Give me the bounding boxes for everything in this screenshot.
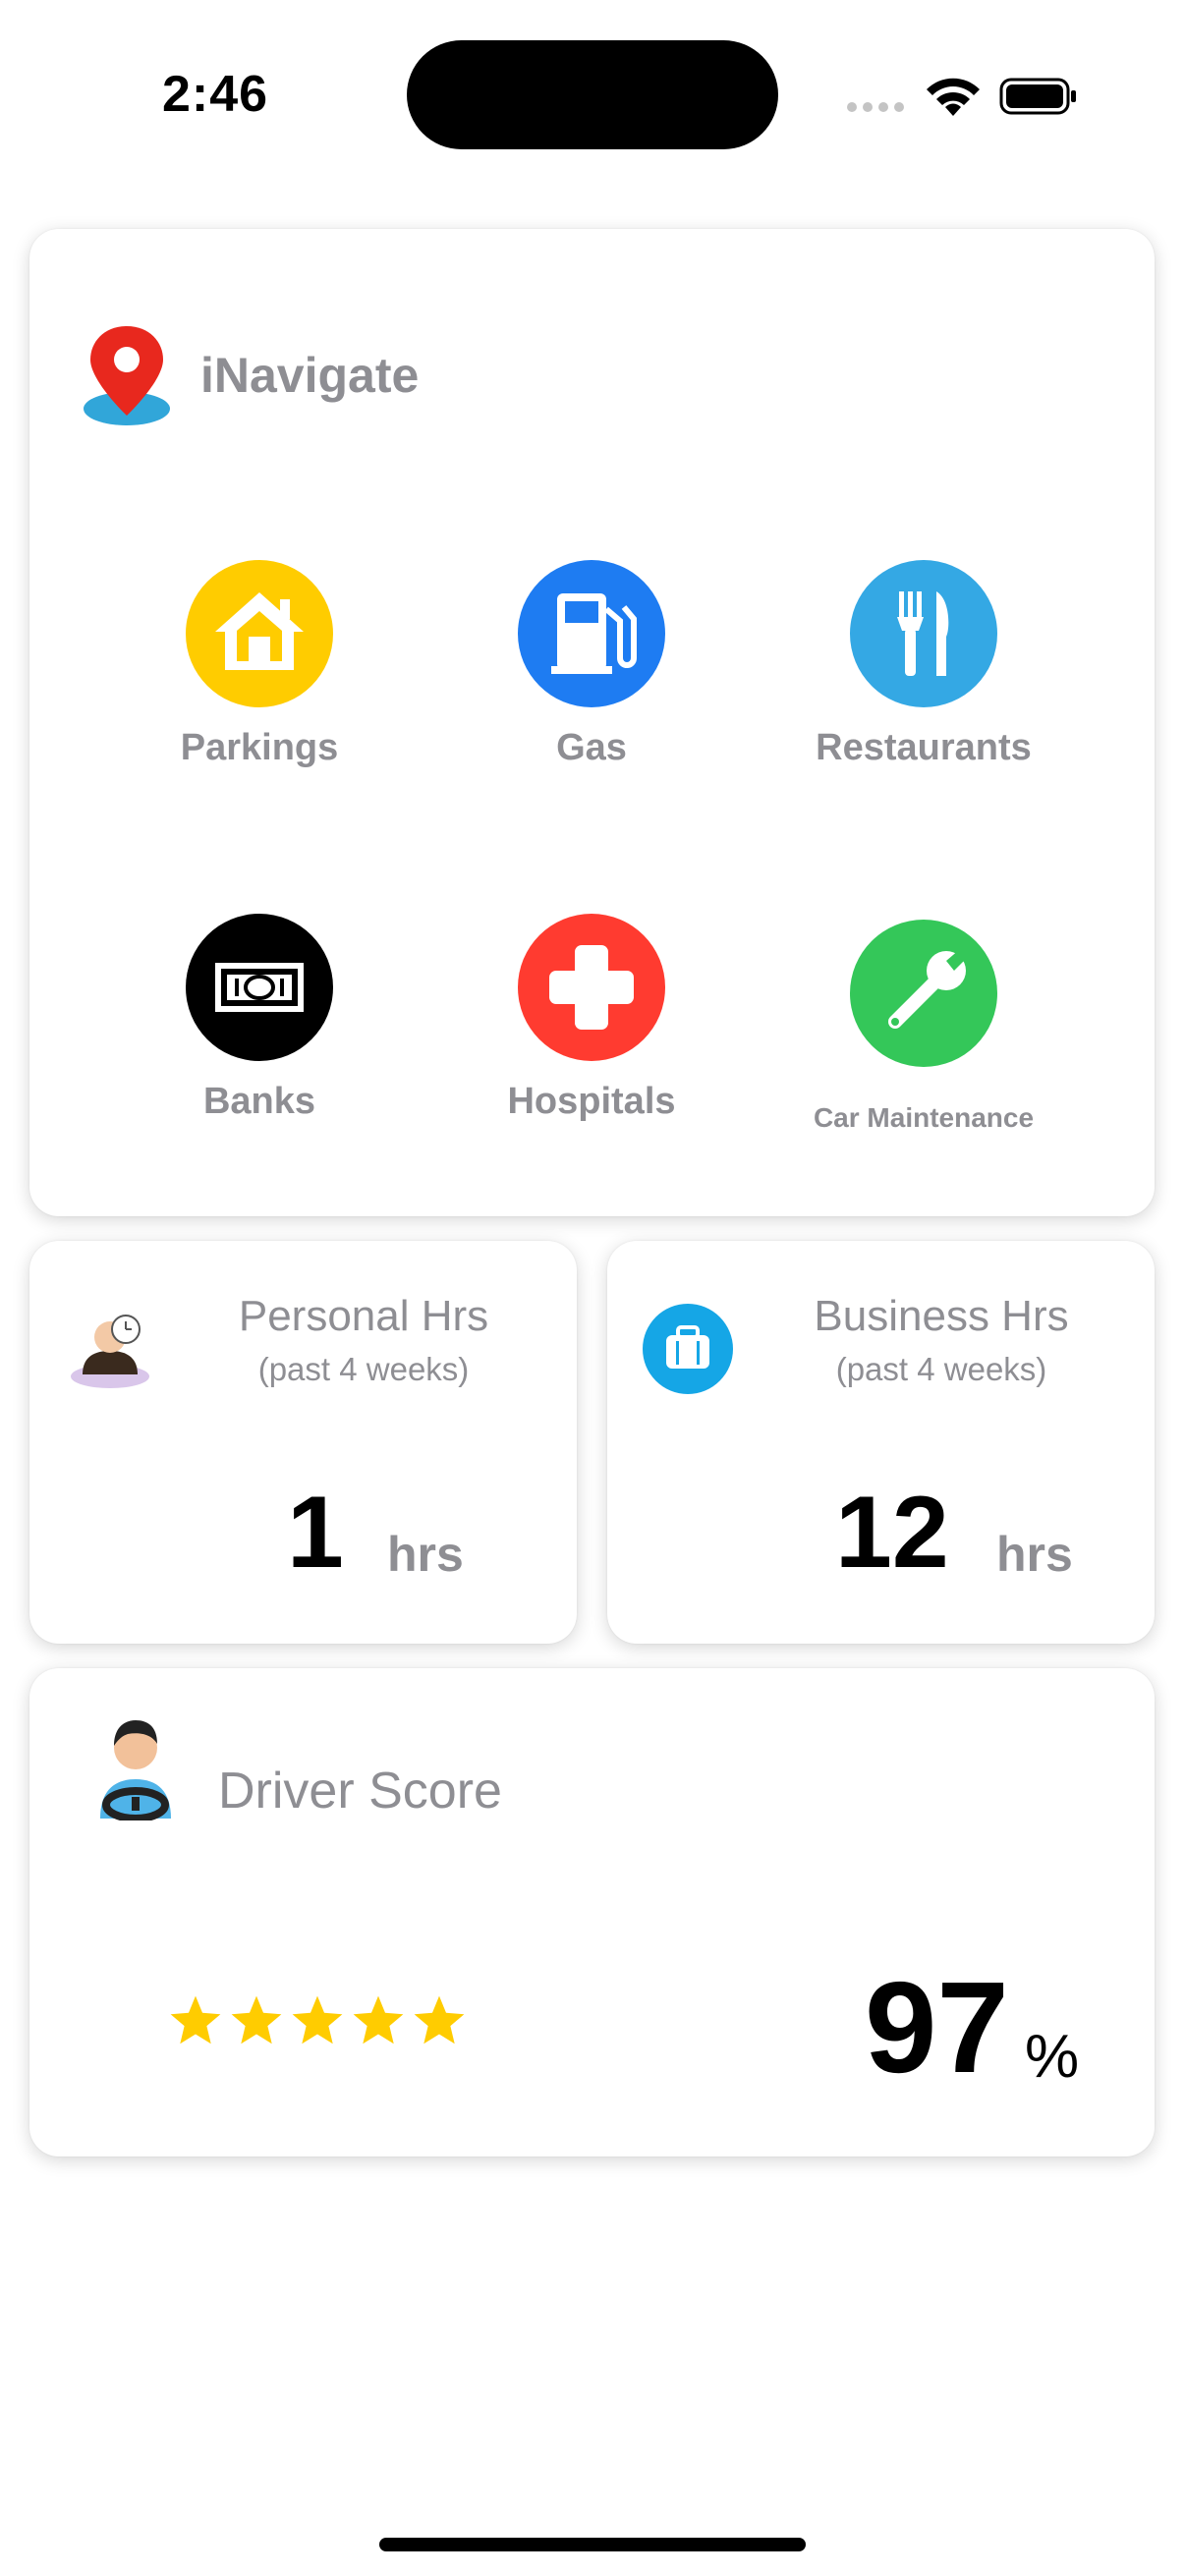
star-icon <box>353 1995 404 2044</box>
battery-icon <box>999 78 1076 115</box>
star-icon <box>231 1995 282 2044</box>
business-hours-subtitle: (past 4 weeks) <box>835 1351 1047 1387</box>
business-hours-value: 12 <box>835 1476 949 1590</box>
category-label: Banks <box>202 1081 316 1122</box>
category-parkings[interactable]: Parkings <box>112 560 407 769</box>
app-title: iNavigate <box>200 348 420 403</box>
business-hours-unit: hrs <box>996 1527 1073 1582</box>
gas-pump-icon <box>518 560 665 707</box>
category-label: Gas <box>556 727 627 768</box>
briefcase-icon <box>643 1304 733 1394</box>
map-pin-icon <box>84 326 170 425</box>
driver-score-title: Driver Score <box>218 1763 502 1820</box>
home-indicator[interactable] <box>379 2538 806 2551</box>
driver-icon <box>100 1720 171 1820</box>
star-icon <box>292 1995 343 2044</box>
driver-score-card[interactable]: Driver Score 97 % <box>29 1668 1155 2156</box>
person-clock-icon <box>71 1315 149 1388</box>
personal-hours-subtitle: (past 4 weeks) <box>257 1351 470 1387</box>
category-label: Hospitals <box>507 1081 676 1122</box>
category-label: Car Maintenance <box>813 1102 1035 1133</box>
medical-cross-icon <box>518 914 665 1061</box>
personal-hours-unit: hrs <box>387 1527 464 1582</box>
personal-hours-title: Personal Hrs <box>238 1292 489 1340</box>
driver-score-value: 97 <box>865 1955 1009 2100</box>
category-label: Parkings <box>180 727 339 768</box>
banknote-icon <box>186 914 333 1061</box>
business-hours-card[interactable]: Business Hrs (past 4 weeks) 12 hrs <box>607 1241 1155 1644</box>
category-banks[interactable]: Banks <box>112 914 407 1123</box>
category-gas[interactable]: Gas <box>444 560 739 769</box>
category-car-maintenance[interactable]: Car Maintenance <box>776 920 1071 1134</box>
fork-knife-icon <box>850 560 997 707</box>
star-icon <box>414 1995 465 2044</box>
business-hours-title: Business Hrs <box>814 1292 1069 1340</box>
category-label: Restaurants <box>816 727 1032 768</box>
dynamic-island <box>407 40 778 149</box>
category-restaurants[interactable]: Restaurants <box>776 560 1071 769</box>
wifi-icon <box>927 78 980 116</box>
star-rating <box>167 1992 468 2049</box>
personal-hours-value: 1 <box>287 1476 344 1590</box>
navigate-card: iNavigate Parkings Gas Restaurants Banks… <box>29 229 1155 1216</box>
wrench-icon <box>850 920 997 1067</box>
star-icon <box>170 1995 221 2044</box>
status-time: 2:46 <box>162 66 269 123</box>
category-hospitals[interactable]: Hospitals <box>444 914 739 1123</box>
house-icon <box>186 560 333 707</box>
signal-dots-icon <box>847 102 904 112</box>
personal-hours-card[interactable]: Personal Hrs (past 4 weeks) 1 hrs <box>29 1241 577 1644</box>
driver-score-unit: % <box>1025 2023 1080 2091</box>
